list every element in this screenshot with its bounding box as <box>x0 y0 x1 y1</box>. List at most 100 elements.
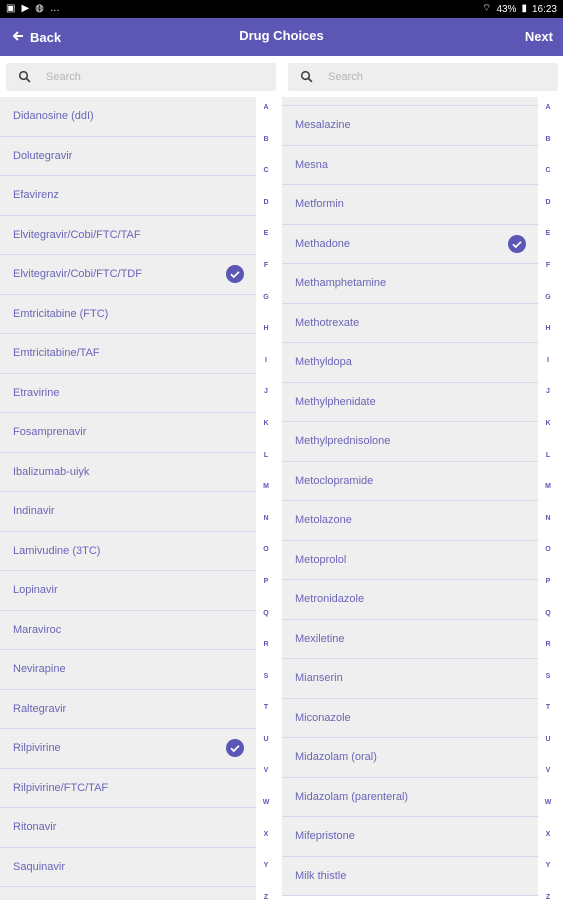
left-search-bar[interactable] <box>6 63 276 91</box>
drug-list-item[interactable]: Raltegravir <box>0 689 256 729</box>
alphabet-index-letter[interactable]: U <box>538 736 558 768</box>
alphabet-index-letter[interactable]: C <box>256 167 276 199</box>
drug-list-item[interactable]: Milk thistle <box>282 856 538 896</box>
next-button[interactable]: Next <box>525 18 553 56</box>
right-alphabet-index[interactable]: ABCDEFGHIJKLMNOPQRSTUVWXYZ <box>538 104 558 900</box>
alphabet-index-letter[interactable]: G <box>256 294 276 326</box>
drug-list-item[interactable]: Elvitegravir/Cobi/FTC/TAF <box>0 215 256 255</box>
drug-list-item[interactable]: Dolutegravir <box>0 136 256 176</box>
drug-list-item[interactable]: Metronidazole <box>282 580 538 620</box>
alphabet-index-letter[interactable]: O <box>256 546 276 578</box>
alphabet-index-letter[interactable]: B <box>538 136 558 168</box>
drug-list-item[interactable]: Ibalizumab-uiyk <box>0 452 256 492</box>
drug-list-item[interactable]: Methamphetamine <box>282 264 538 304</box>
alphabet-index-letter[interactable]: Z <box>256 894 276 900</box>
alphabet-index-letter[interactable]: S <box>538 673 558 705</box>
alphabet-index-letter[interactable]: V <box>538 767 558 799</box>
drug-list-item[interactable]: Methyldopa <box>282 343 538 383</box>
drug-list-item[interactable]: Methadone <box>282 224 538 264</box>
alphabet-index-letter[interactable]: O <box>538 546 558 578</box>
alphabet-index-letter[interactable]: Y <box>256 862 276 894</box>
drug-list-item[interactable]: Emtricitabine (FTC) <box>0 294 256 334</box>
drug-list-item[interactable]: Mifepristone <box>282 817 538 857</box>
drug-list-item[interactable]: Midazolam (oral) <box>282 738 538 778</box>
alphabet-index-letter[interactable]: Y <box>538 862 558 894</box>
drug-list-item[interactable]: Metolazone <box>282 501 538 541</box>
drug-list-item[interactable]: Didanosine (ddI) <box>0 97 256 137</box>
alphabet-index-letter[interactable]: G <box>538 294 558 326</box>
left-alphabet-index[interactable]: ABCDEFGHIJKLMNOPQRSTUVWXYZ <box>256 104 276 900</box>
alphabet-index-letter[interactable]: T <box>538 704 558 736</box>
alphabet-index-letter[interactable]: X <box>256 831 276 863</box>
alphabet-index-letter[interactable]: Z <box>538 894 558 900</box>
alphabet-index-letter[interactable]: M <box>256 483 276 515</box>
drug-list-item[interactable]: Ritonavir <box>0 808 256 848</box>
drug-list-item[interactable]: Etravirine <box>0 373 256 413</box>
alphabet-index-letter[interactable]: E <box>538 230 558 262</box>
alphabet-index-letter[interactable]: T <box>256 704 276 736</box>
drug-list-item[interactable]: Saquinavir <box>0 847 256 887</box>
drug-list-item[interactable]: Rilpivirine <box>0 729 256 769</box>
alphabet-index-letter[interactable]: Q <box>256 610 276 642</box>
alphabet-index-letter[interactable]: E <box>256 230 276 262</box>
alphabet-index-letter[interactable]: L <box>538 452 558 484</box>
alphabet-index-letter[interactable]: H <box>538 325 558 357</box>
alphabet-index-letter[interactable]: R <box>538 641 558 673</box>
drug-list-item[interactable]: Indinavir <box>0 492 256 532</box>
drug-list-item[interactable]: Rilpivirine/FTC/TAF <box>0 768 256 808</box>
drug-list-item[interactable]: Maraviroc <box>0 610 256 650</box>
alphabet-index-letter[interactable]: P <box>256 578 276 610</box>
alphabet-index-letter[interactable]: V <box>256 767 276 799</box>
drug-list-item[interactable]: Mesna <box>282 145 538 185</box>
alphabet-index-letter[interactable]: S <box>256 673 276 705</box>
drug-list-item[interactable]: Midazolam (parenteral) <box>282 777 538 817</box>
alphabet-index-letter[interactable]: X <box>538 831 558 863</box>
alphabet-index-letter[interactable]: A <box>538 104 558 136</box>
drug-list-item[interactable]: Metoprolol <box>282 540 538 580</box>
alphabet-index-letter[interactable]: R <box>256 641 276 673</box>
drug-list-item[interactable]: Methotrexate <box>282 303 538 343</box>
alphabet-index-letter[interactable]: K <box>538 420 558 452</box>
drug-list-item[interactable]: Methylprednisolone <box>282 422 538 462</box>
right-search-input[interactable] <box>326 70 530 84</box>
alphabet-index-letter[interactable]: D <box>256 199 276 231</box>
alphabet-index-letter[interactable]: N <box>256 515 276 547</box>
drug-list-item[interactable]: Emtricitabine/TAF <box>0 334 256 374</box>
alphabet-index-letter[interactable]: N <box>538 515 558 547</box>
drug-list-item[interactable]: Elvitegravir/Cobi/FTC/TDF <box>0 255 256 295</box>
alphabet-index-letter[interactable]: J <box>538 388 558 420</box>
drug-list-item[interactable]: Mexiletine <box>282 619 538 659</box>
drug-list-item[interactable]: Nevirapine <box>0 650 256 690</box>
alphabet-index-letter[interactable]: L <box>256 452 276 484</box>
drug-list-item[interactable]: Efavirenz <box>0 176 256 216</box>
drug-list-item[interactable]: Metformin <box>282 185 538 225</box>
alphabet-index-letter[interactable]: P <box>538 578 558 610</box>
alphabet-index-letter[interactable]: J <box>256 388 276 420</box>
alphabet-index-letter[interactable]: A <box>256 104 276 136</box>
alphabet-index-letter[interactable]: F <box>256 262 276 294</box>
alphabet-index-letter[interactable]: Q <box>538 610 558 642</box>
drug-list-item[interactable]: Lamivudine (3TC) <box>0 531 256 571</box>
drug-list-item[interactable]: Mesalazine <box>282 106 538 146</box>
alphabet-index-letter[interactable]: K <box>256 420 276 452</box>
drug-list-item[interactable]: Fosamprenavir <box>0 413 256 453</box>
right-search-bar[interactable] <box>288 63 558 91</box>
alphabet-index-letter[interactable]: M <box>538 483 558 515</box>
drug-list-item[interactable]: Methylphenidate <box>282 382 538 422</box>
left-search-input[interactable] <box>44 70 248 84</box>
drug-list-item[interactable]: Mianserin <box>282 659 538 699</box>
drug-list-item[interactable]: Miconazole <box>282 698 538 738</box>
alphabet-index-letter[interactable]: C <box>538 167 558 199</box>
alphabet-index-letter[interactable]: D <box>538 199 558 231</box>
alphabet-index-letter[interactable]: W <box>538 799 558 831</box>
alphabet-index-letter[interactable]: I <box>256 357 276 389</box>
alphabet-index-letter[interactable]: U <box>256 736 276 768</box>
drug-list-item[interactable]: Stavudine (d4T) <box>0 887 256 900</box>
drug-list-item[interactable]: Lopinavir <box>0 571 256 611</box>
alphabet-index-letter[interactable]: W <box>256 799 276 831</box>
alphabet-index-letter[interactable]: H <box>256 325 276 357</box>
alphabet-index-letter[interactable]: F <box>538 262 558 294</box>
alphabet-index-letter[interactable]: I <box>538 357 558 389</box>
drug-list-item[interactable]: Metoclopramide <box>282 461 538 501</box>
alphabet-index-letter[interactable]: B <box>256 136 276 168</box>
